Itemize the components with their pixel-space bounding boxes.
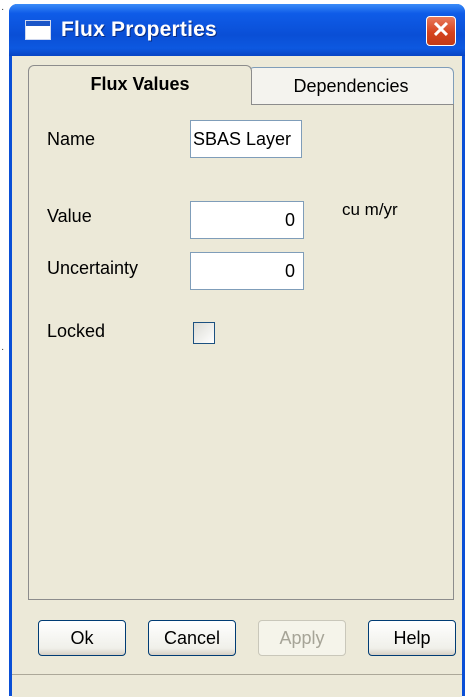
window-title: Flux Properties: [61, 18, 217, 41]
value-field[interactable]: 0: [190, 201, 304, 239]
close-icon: ✕: [431, 17, 451, 42]
close-button[interactable]: ✕: [426, 16, 456, 46]
tab-flux-values[interactable]: Flux Values: [28, 65, 252, 105]
uncertainty-label: Uncertainty: [47, 258, 139, 278]
status-bar: [12, 674, 462, 697]
uncertainty-field[interactable]: 0: [190, 252, 304, 290]
flux-properties-dialog: Flux Properties ✕ Dependencies Flux Valu…: [9, 4, 465, 697]
tab-dependencies[interactable]: Dependencies: [248, 67, 454, 105]
locked-checkbox[interactable]: [193, 322, 215, 344]
name-label: Name: [47, 129, 96, 149]
value-label: Value: [47, 206, 92, 226]
window-icon: [25, 20, 51, 40]
tab-flux-values-label: Flux Values: [90, 74, 190, 94]
edge-dot-mark: ·: [1, 4, 5, 15]
title-bar[interactable]: Flux Properties ✕: [9, 4, 465, 56]
tab-dependencies-label: Dependencies: [293, 76, 409, 96]
name-field[interactable]: SBAS Layer: [190, 120, 302, 158]
cancel-button[interactable]: Cancel: [148, 620, 236, 656]
locked-label: Locked: [47, 321, 106, 341]
apply-button[interactable]: Apply: [258, 620, 346, 656]
edge-dot-mark: ·: [1, 344, 5, 355]
ok-button[interactable]: Ok: [38, 620, 126, 656]
help-button[interactable]: Help: [368, 620, 456, 656]
flux-values-panel: [28, 104, 454, 600]
value-unit-label: cu m/yr: [342, 200, 398, 219]
